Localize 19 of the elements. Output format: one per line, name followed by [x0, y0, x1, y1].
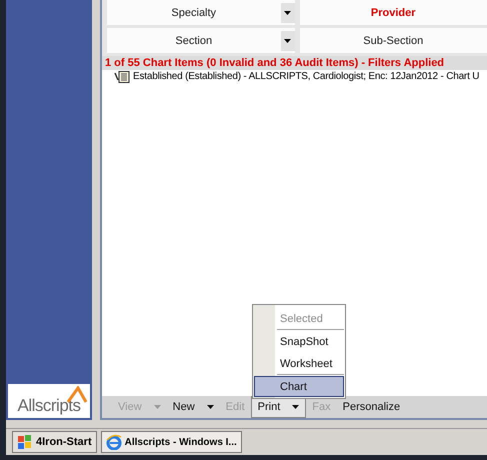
menu-item[interactable]: Chart: [254, 376, 344, 397]
toolbar-button[interactable]: Personalize: [336, 396, 406, 418]
chart-item[interactable]: Established (Established) - ALLSCRIPTS, Cardiologist; Enc: 12Jan2012 - Chart U: [114, 70, 487, 83]
taskbar-button[interactable]: Allscripts - Windows I...: [100, 431, 242, 453]
filter-field[interactable]: Section: [107, 28, 294, 53]
menu-item[interactable]: SnapShot: [254, 331, 344, 352]
windows-flag-icon: [17, 434, 33, 450]
dropdown-arrow-icon[interactable]: [292, 404, 300, 408]
filter-field[interactable]: Provider: [300, 0, 487, 25]
browser-e-icon: [106, 434, 122, 450]
filter-field[interactable]: Sub-Section: [300, 28, 487, 53]
toolbar-button[interactable]: New: [166, 396, 220, 418]
status-message: 1 of 55 Chart Items (0 Invalid and 36 Audit Items) - Filters Applied: [102, 56, 487, 70]
dropdown-arrow-icon[interactable]: [206, 405, 214, 409]
chart-item-text: Established (Established) - ALLSCRIPTS, Cardiologist; Enc: 12Jan2012 - Chart U: [133, 71, 480, 82]
document-icon: [114, 70, 130, 82]
taskbar-button[interactable]: 4Iron-Start: [12, 431, 97, 453]
filter-field[interactable]: Specialty: [107, 0, 294, 25]
allscripts-logo: Allscripts: [8, 384, 90, 418]
